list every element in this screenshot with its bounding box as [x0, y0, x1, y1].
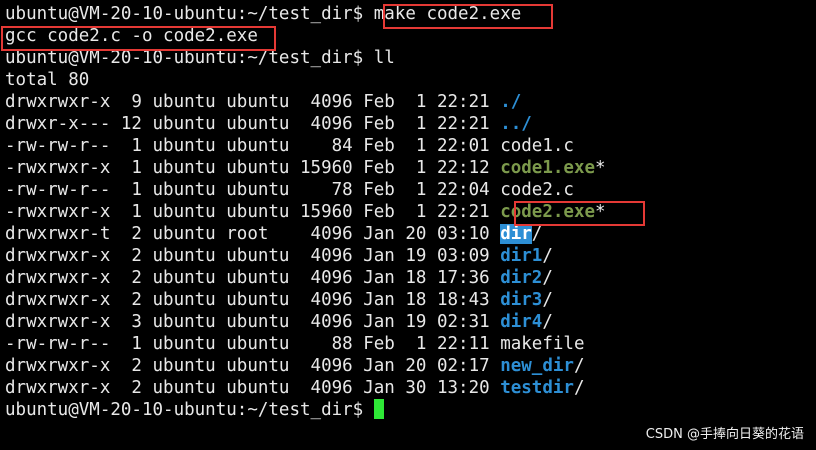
- terminal-line: drwxrwxr-x 2 ubuntu ubuntu 4096 Jan 19 0…: [5, 245, 553, 267]
- terminal-line: total 80: [5, 69, 89, 91]
- terminal-text: ubuntu@VM-20-10-ubuntu:~/test_dir$ ll: [5, 48, 395, 68]
- terminal-text: drwxrwxr-x 9 ubuntu ubuntu 4096 Feb 1 22…: [5, 92, 501, 112]
- terminal-text: drwxrwxr-x 2 ubuntu ubuntu 4096 Jan 18 1…: [5, 268, 501, 288]
- terminal-text: gcc code2.c -o code2.exe: [5, 26, 258, 46]
- terminal-text: drwxrwxr-x 2 ubuntu ubuntu 4096 Jan 19 0…: [5, 246, 501, 266]
- terminal-line: ubuntu@VM-20-10-ubuntu:~/test_dir$: [5, 399, 384, 421]
- terminal-text: dir4: [500, 312, 543, 332]
- terminal-text: total 80: [5, 70, 90, 90]
- terminal-text: drwxrwxr-x 2 ubuntu ubuntu 4096 Jan 30 1…: [5, 378, 501, 398]
- terminal-text: *: [595, 158, 606, 178]
- terminal-line: gcc code2.c -o code2.exe: [5, 25, 258, 47]
- terminal-text: drwxrwxr-x 2 ubuntu ubuntu 4096 Jan 18 1…: [5, 290, 501, 310]
- terminal-text: /: [542, 312, 553, 332]
- terminal-line: -rw-rw-r-- 1 ubuntu ubuntu 88 Feb 1 22:1…: [5, 333, 584, 355]
- terminal-text: /: [542, 246, 553, 266]
- terminal-line: -rw-rw-r-- 1 ubuntu ubuntu 84 Feb 1 22:0…: [5, 135, 574, 157]
- terminal-line: drwxr-x--- 12 ubuntu ubuntu 4096 Feb 1 2…: [5, 113, 532, 135]
- terminal-line: drwxrwxr-x 9 ubuntu ubuntu 4096 Feb 1 22…: [5, 91, 521, 113]
- terminal-line: drwxrwxr-x 2 ubuntu ubuntu 4096 Jan 30 1…: [5, 377, 585, 399]
- terminal-text: code2.exe: [500, 202, 596, 222]
- terminal-text: /: [531, 224, 543, 244]
- csdn-watermark: CSDN @手捧向日葵的花语: [645, 427, 804, 442]
- terminal-text: -rwxrwxr-x 1 ubuntu ubuntu 15960 Feb 1 2…: [5, 158, 501, 178]
- terminal-line: ubuntu@VM-20-10-ubuntu:~/test_dir$ make …: [5, 3, 521, 25]
- terminal-text: drwxrwxr-x 3 ubuntu ubuntu 4096 Jan 19 0…: [5, 312, 501, 332]
- terminal-text: drwxr-x--- 12 ubuntu ubuntu 4096 Feb 1 2…: [5, 114, 501, 134]
- terminal-text: ./: [500, 92, 522, 112]
- terminal-text: testdir: [500, 378, 574, 398]
- terminal-line: drwxrwxr-t 2 ubuntu root 4096 Jan 20 03:…: [5, 223, 542, 245]
- terminal-text: -rw-rw-r-- 1 ubuntu ubuntu 78 Feb 1 22:0…: [5, 180, 501, 200]
- terminal-text: drwxrwxr-t 2 ubuntu root 4096 Jan 20 03:…: [5, 224, 501, 244]
- terminal-text: dir: [500, 224, 532, 244]
- terminal-text: dir1: [500, 246, 543, 266]
- terminal-text: /: [542, 290, 553, 310]
- terminal-line: drwxrwxr-x 2 ubuntu ubuntu 4096 Jan 18 1…: [5, 267, 553, 289]
- terminal-line: ubuntu@VM-20-10-ubuntu:~/test_dir$ ll: [5, 47, 395, 69]
- terminal-line: -rwxrwxr-x 1 ubuntu ubuntu 15960 Feb 1 2…: [5, 201, 606, 223]
- terminal-line: drwxrwxr-x 3 ubuntu ubuntu 4096 Jan 19 0…: [5, 311, 553, 333]
- terminal-window[interactable]: ubuntu@VM-20-10-ubuntu:~/test_dir$ make …: [0, 0, 816, 450]
- terminal-text: /: [573, 378, 585, 398]
- terminal-text: code1.exe: [500, 158, 596, 178]
- terminal-text: /: [573, 356, 585, 376]
- terminal-text: dir2: [500, 268, 543, 288]
- terminal-text: ubuntu@VM-20-10-ubuntu:~/test_dir$: [5, 4, 374, 24]
- terminal-line: -rw-rw-r-- 1 ubuntu ubuntu 78 Feb 1 22:0…: [5, 179, 574, 201]
- terminal-text: -rw-rw-r-- 1 ubuntu ubuntu 84 Feb 1 22:0…: [5, 136, 501, 156]
- terminal-text: makefile: [500, 334, 585, 354]
- terminal-text: -rwxrwxr-x 1 ubuntu ubuntu 15960 Feb 1 2…: [5, 202, 501, 222]
- terminal-text: dir3: [500, 290, 543, 310]
- terminal-text: -rw-rw-r-- 1 ubuntu ubuntu 88 Feb 1 22:1…: [5, 334, 501, 354]
- terminal-cursor: [373, 399, 384, 419]
- terminal-line: drwxrwxr-x 2 ubuntu ubuntu 4096 Jan 20 0…: [5, 355, 585, 377]
- terminal-text: ubuntu@VM-20-10-ubuntu:~/test_dir$: [5, 400, 374, 420]
- terminal-text: *: [595, 202, 606, 222]
- terminal-text: ../: [500, 114, 532, 134]
- terminal-text: drwxrwxr-x 2 ubuntu ubuntu 4096 Jan 20 0…: [5, 356, 501, 376]
- terminal-line: -rwxrwxr-x 1 ubuntu ubuntu 15960 Feb 1 2…: [5, 157, 606, 179]
- terminal-text: /: [542, 268, 553, 288]
- terminal-text: new_dir: [500, 356, 574, 376]
- terminal-text: code2.c: [500, 180, 574, 200]
- terminal-text: make code2.exe: [373, 4, 522, 24]
- terminal-line: drwxrwxr-x 2 ubuntu ubuntu 4096 Jan 18 1…: [5, 289, 553, 311]
- terminal-text: code1.c: [500, 136, 574, 156]
